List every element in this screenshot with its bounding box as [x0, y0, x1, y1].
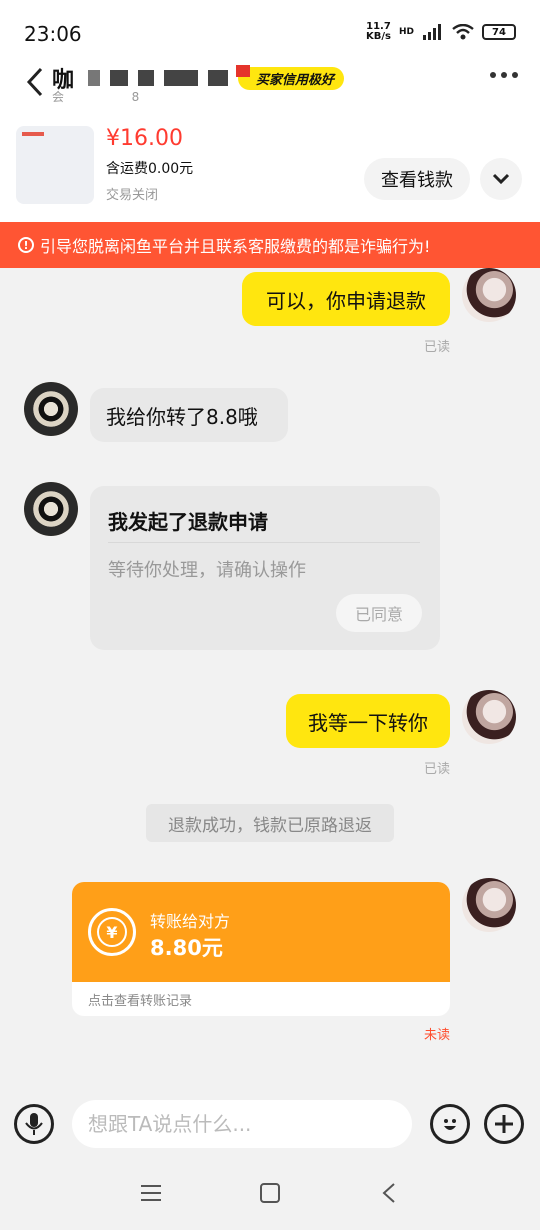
status-icons: 11.7 KB/s HD 74	[366, 22, 516, 42]
emoji-icon	[444, 1119, 456, 1130]
emoji-button[interactable]	[430, 1104, 470, 1144]
divider	[108, 542, 420, 543]
credit-badge: 买家信用极好	[236, 64, 345, 90]
refund-card-description: 等待你处理，请确认操作	[108, 560, 306, 581]
warning-text: 引导您脱离闲鱼平台并且联系客服缴费的都是诈骗行为!	[40, 237, 431, 256]
masked-name	[164, 70, 199, 86]
message-input[interactable]	[72, 1100, 412, 1148]
home-square-icon	[260, 1183, 280, 1203]
agreed-button[interactable]: 已同意	[336, 594, 422, 632]
message-bubble-sent[interactable]: 可以，你申请退款	[242, 272, 450, 326]
product-thumbnail[interactable]	[16, 126, 94, 204]
avatar[interactable]	[462, 268, 516, 322]
avatar[interactable]	[24, 482, 78, 536]
read-receipt: 已读	[424, 762, 451, 777]
expand-button[interactable]	[480, 158, 522, 200]
refund-request-card[interactable]: 我发起了退款申请 等待你处理，请确认操作 已同意	[90, 486, 440, 650]
home-button[interactable]	[255, 1178, 285, 1208]
wifi-icon	[452, 24, 474, 40]
transfer-card-header: ¥ 转账给对方 8.80元	[72, 882, 450, 982]
more-actions-button[interactable]	[484, 1104, 524, 1144]
chevron-down-icon	[492, 173, 510, 185]
warning-icon: !	[18, 237, 34, 253]
subtitle: 会 8	[52, 88, 139, 105]
product-price: ¥16.00	[106, 126, 183, 151]
menu-icon	[141, 1185, 161, 1201]
transfer-card[interactable]: ¥ 转账给对方 8.80元 点击查看转账记录	[72, 882, 450, 1016]
plus-icon	[495, 1115, 513, 1133]
avatar[interactable]	[462, 690, 516, 744]
transfer-amount: 8.80元	[150, 936, 223, 960]
masked-name	[88, 70, 101, 86]
status-bar: 23:06 11.7 KB/s HD 74	[0, 0, 540, 62]
microphone-icon	[25, 1113, 43, 1135]
masked-name	[208, 70, 229, 86]
voice-button[interactable]	[14, 1104, 54, 1144]
message-bubble-sent[interactable]: 我等一下转你	[286, 694, 450, 748]
network-speed-unit: KB/s	[366, 31, 391, 42]
masked-name	[138, 70, 155, 86]
nav-back-icon	[382, 1183, 395, 1203]
fraud-warning-banner: ! 引导您脱离闲鱼平台并且联系客服缴费的都是诈骗行为!	[0, 222, 540, 268]
transfer-record-link[interactable]: 点击查看转账记录	[88, 990, 192, 1009]
hd-label: HD	[398, 27, 414, 37]
refund-card-title: 我发起了退款申请	[108, 510, 268, 534]
read-receipt: 已读	[424, 340, 451, 355]
avatar[interactable]	[462, 878, 516, 932]
status-time: 23:06	[24, 22, 82, 46]
more-icon	[490, 72, 496, 78]
back-arrow-icon	[26, 67, 43, 97]
subtitle-tail: 8	[131, 90, 140, 104]
trade-status: 交易关闭	[106, 188, 159, 203]
more-button[interactable]	[490, 72, 518, 78]
product-bar: ¥16.00 含运费0.00元 交易关闭 查看钱款	[0, 120, 540, 222]
signal-icon	[423, 24, 441, 40]
transfer-label: 转账给对方	[150, 912, 231, 931]
input-bar	[0, 1090, 540, 1160]
shipping-fee: 含运费0.00元	[106, 161, 194, 177]
yen-symbol: ¥	[97, 917, 127, 947]
nav-back-button[interactable]	[374, 1178, 404, 1208]
back-button[interactable]	[18, 62, 52, 102]
network-speed: 11.7 KB/s	[366, 22, 391, 42]
battery-indicator: 74	[482, 24, 516, 40]
message-bubble-received[interactable]: 我给你转了8.8哦	[90, 388, 288, 442]
masked-name	[110, 70, 129, 86]
avatar[interactable]	[24, 382, 78, 436]
subtitle-prefix: 会	[52, 90, 65, 104]
chat-header: 咖 买家信用极好 会 8	[0, 62, 540, 120]
unread-receipt: 未读	[424, 1028, 451, 1043]
system-message: 退款成功，钱款已原路退返	[146, 804, 394, 842]
yen-transfer-icon: ¥	[88, 908, 136, 956]
recent-apps-button[interactable]	[136, 1178, 166, 1208]
system-nav-bar	[0, 1160, 540, 1230]
view-payment-button[interactable]: 查看钱款	[364, 158, 470, 200]
